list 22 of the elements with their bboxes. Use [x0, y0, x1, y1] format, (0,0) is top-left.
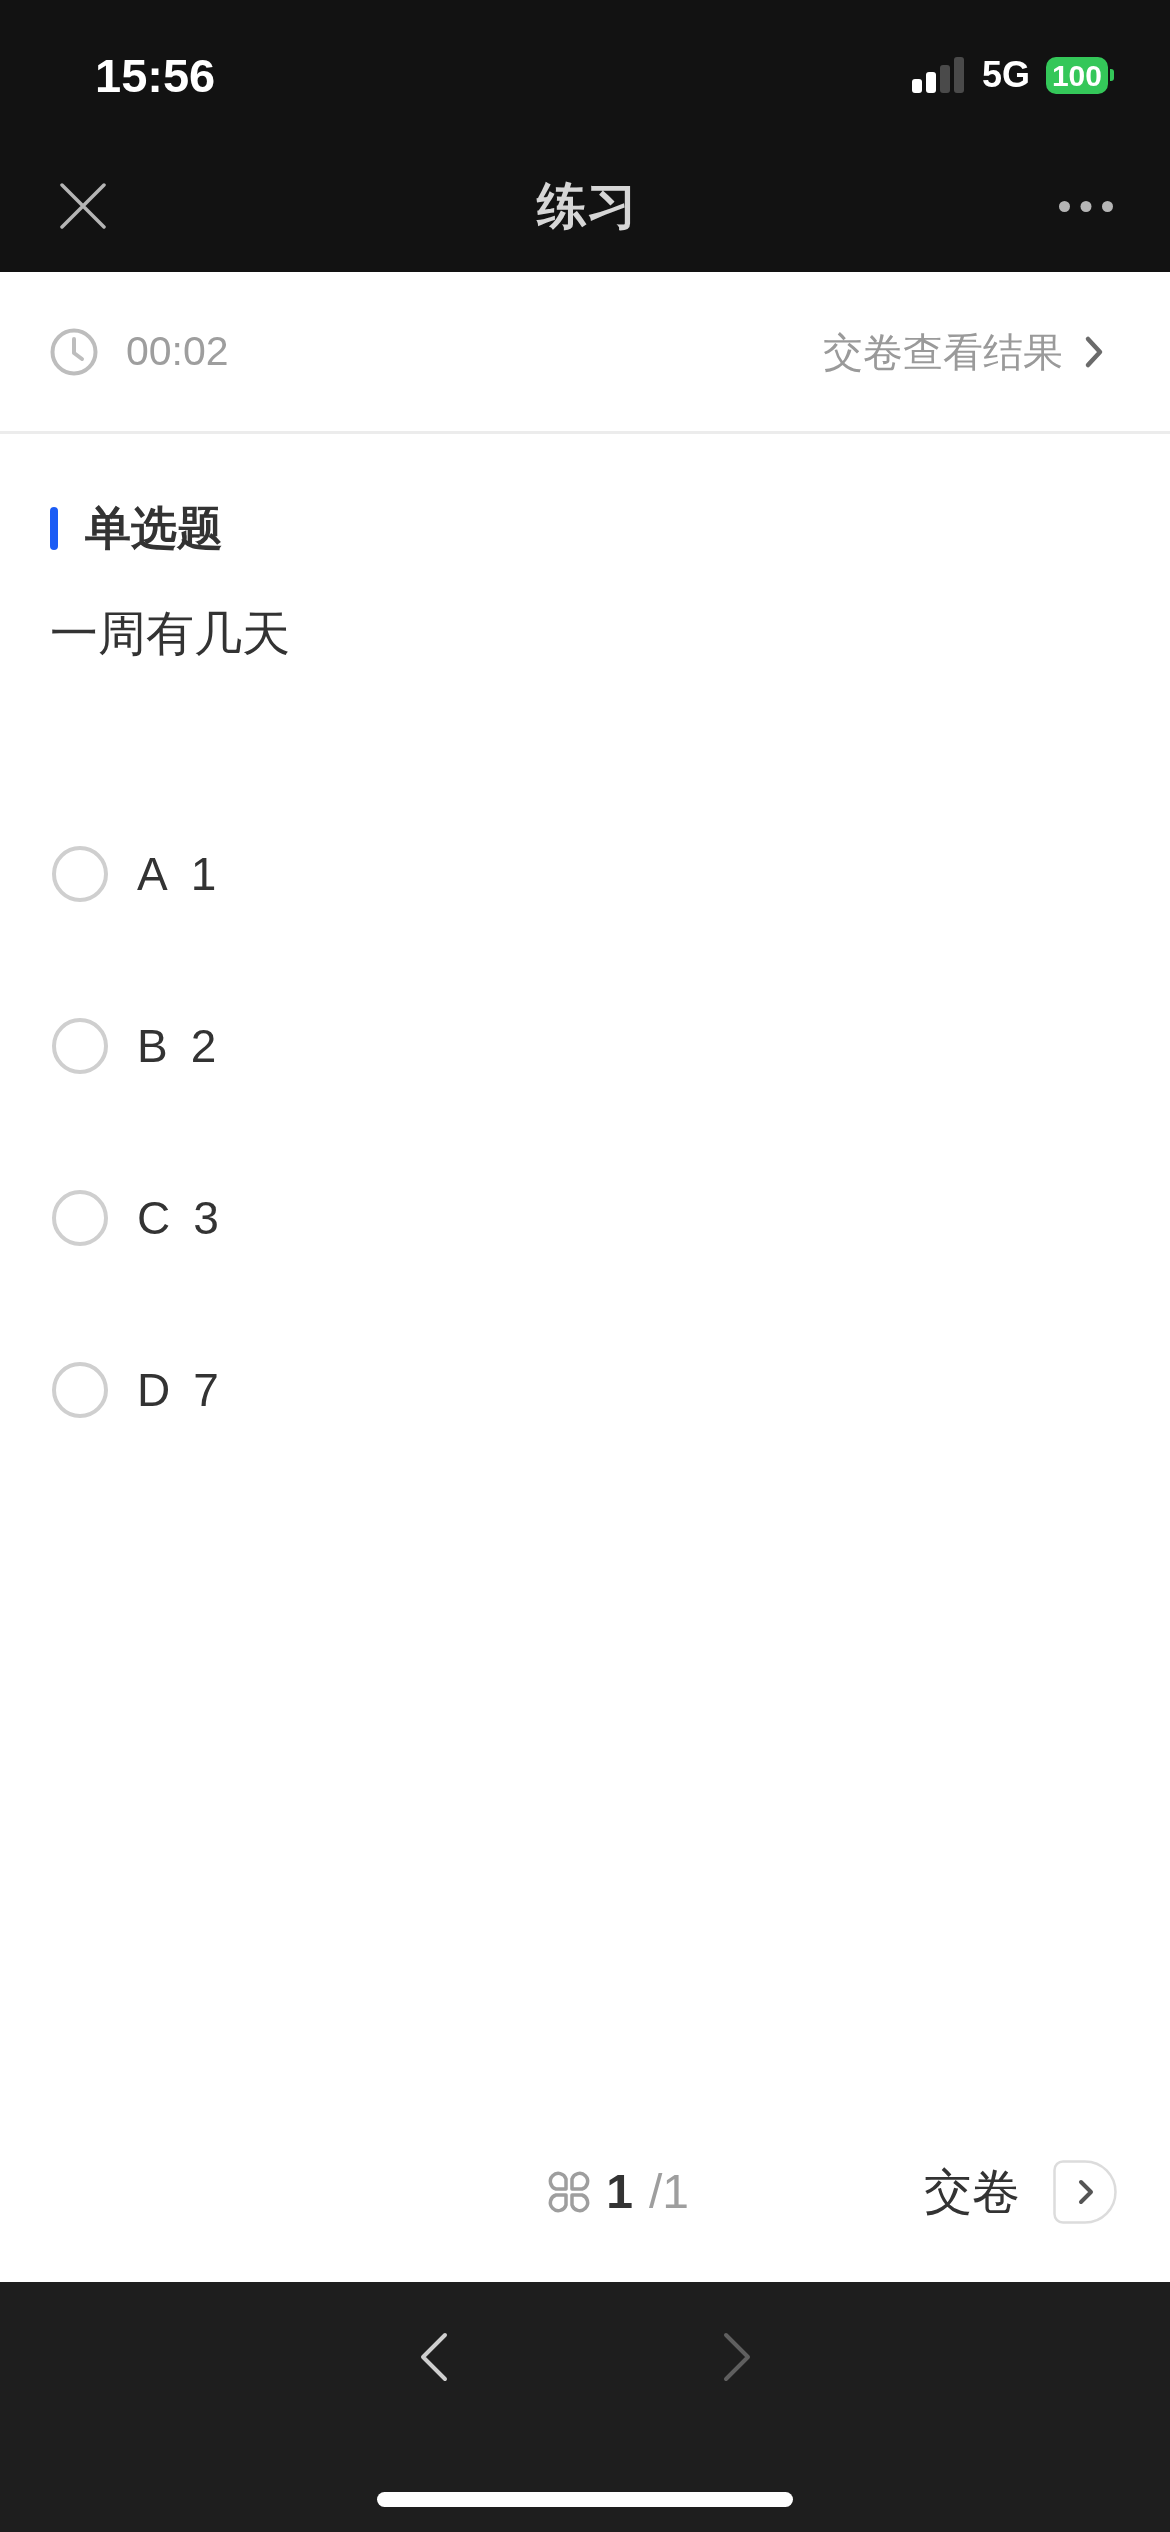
page-title: 练习 — [536, 181, 637, 231]
battery-level: 100 — [1045, 56, 1108, 94]
close-button[interactable] — [60, 183, 106, 229]
close-icon — [60, 183, 106, 229]
next-arrow-icon — [1053, 2160, 1117, 2224]
answer-option[interactable]: C 3 — [52, 1190, 219, 1246]
submit-button[interactable]: 交卷 — [924, 2160, 1117, 2224]
chevron-right-icon — [1084, 334, 1104, 369]
status-time: 15:56 — [95, 51, 216, 99]
answer-sheet-button[interactable]: 1 /1 — [546, 2168, 689, 2216]
answer-option[interactable]: B 2 — [52, 1018, 217, 1074]
network-type: 5G — [981, 57, 1030, 93]
clock-icon — [50, 327, 98, 376]
answer-option[interactable]: D 7 — [52, 1362, 219, 1418]
signal-icon — [911, 57, 966, 93]
elapsed-time: 00:02 — [126, 331, 229, 372]
question-text: 一周有几天 — [50, 606, 290, 662]
answer-option[interactable]: A 1 — [52, 846, 217, 902]
section-marker — [50, 506, 58, 550]
question-type: 单选题 — [85, 501, 223, 556]
battery-cap-icon — [1110, 69, 1114, 81]
more-icon — [1059, 200, 1113, 212]
